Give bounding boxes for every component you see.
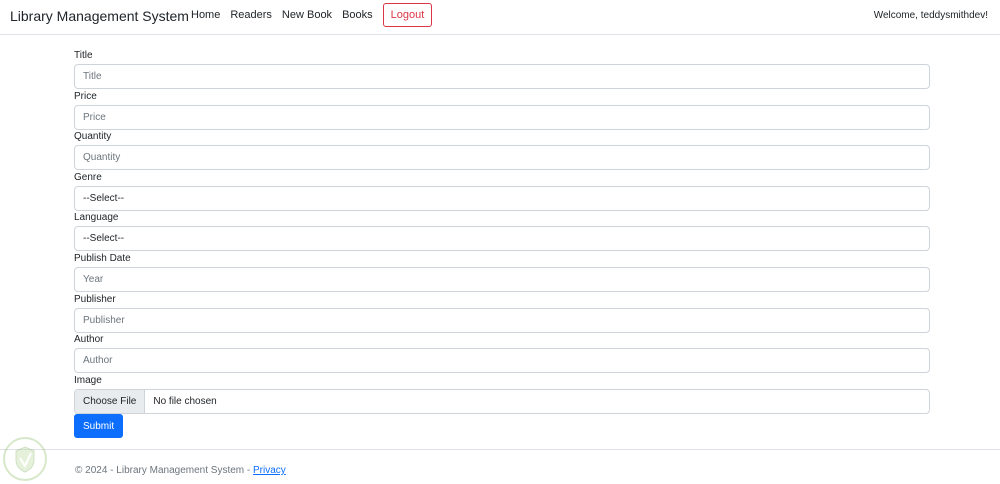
file-status: No file chosen	[153, 395, 217, 407]
footer-copyright: © 2024 - Library Management System -	[75, 465, 253, 476]
language-label: Language	[74, 212, 119, 224]
image-group: Image Choose File No file chosen	[74, 373, 930, 414]
genre-label: Genre	[74, 171, 102, 183]
author-label: Author	[74, 334, 104, 346]
language-select[interactable]: --Select--	[74, 226, 930, 252]
nav-link-readers[interactable]: Readers	[230, 9, 272, 21]
publish-date-input[interactable]	[74, 266, 930, 292]
navbar: Library Management System Home Readers N…	[0, 0, 1000, 35]
publisher-group: Publisher	[74, 292, 930, 333]
shield-logo-icon	[3, 437, 47, 481]
author-input[interactable]	[74, 348, 930, 374]
quantity-group: Quantity	[74, 129, 930, 171]
nav-links: Home Readers New Book Books Logout	[191, 3, 433, 27]
language-group: Language --Select--	[74, 210, 930, 252]
author-group: Author	[74, 332, 930, 374]
publish-date-group: Publish Date	[74, 251, 930, 292]
nav-link-books[interactable]: Books	[342, 9, 373, 21]
publisher-label: Publisher	[74, 293, 116, 305]
image-file-input[interactable]: Choose File No file chosen	[74, 388, 930, 414]
logout-button[interactable]: Logout	[382, 3, 433, 27]
language-select-value: --Select--	[83, 233, 125, 245]
publisher-input[interactable]	[74, 307, 930, 333]
new-book-form: Title Price Quantity Genre --Select-- La…	[74, 48, 930, 414]
choose-file-button[interactable]: Choose File	[75, 389, 146, 413]
image-label: Image	[74, 374, 102, 386]
title-label: Title	[74, 50, 93, 61]
submit-button[interactable]: Submit	[74, 414, 124, 438]
quantity-input[interactable]	[74, 145, 930, 171]
genre-select[interactable]: --Select--	[74, 185, 930, 211]
genre-select-value: --Select--	[83, 192, 125, 204]
welcome-message: Welcome, teddysmithdev!	[873, 10, 988, 21]
privacy-link[interactable]: Privacy	[253, 465, 286, 476]
nav-link-new-book[interactable]: New Book	[282, 9, 332, 21]
price-group: Price	[74, 89, 930, 130]
nav-link-home[interactable]: Home	[191, 9, 220, 21]
genre-group: Genre --Select--	[74, 170, 930, 211]
price-input[interactable]	[74, 104, 930, 130]
publish-date-label: Publish Date	[74, 252, 131, 264]
footer: © 2024 - Library Management System - Pri…	[75, 465, 286, 476]
quantity-label: Quantity	[74, 131, 112, 143]
title-input[interactable]	[74, 64, 930, 89]
price-label: Price	[74, 90, 97, 102]
brand-title[interactable]: Library Management System	[10, 8, 189, 24]
footer-divider	[0, 449, 1000, 450]
title-group: Title	[74, 48, 930, 89]
